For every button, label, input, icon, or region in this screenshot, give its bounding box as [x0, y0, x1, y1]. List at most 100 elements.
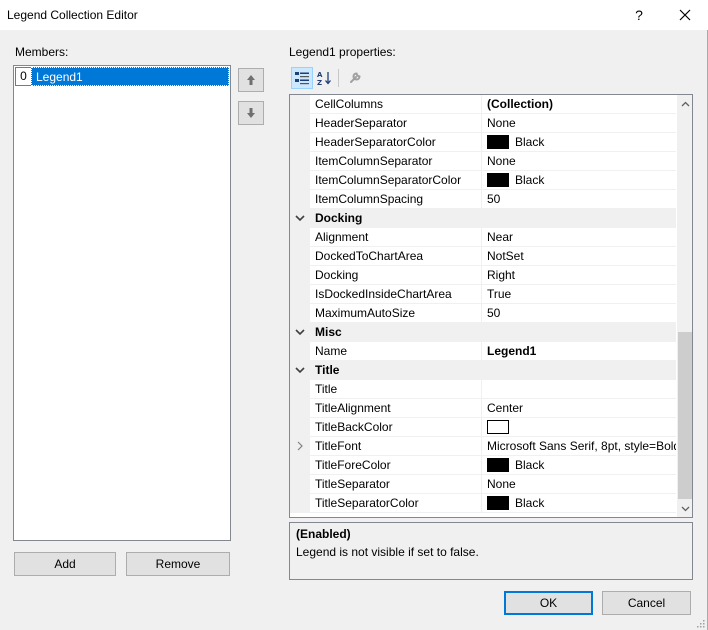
- scroll-down-button[interactable]: [677, 500, 692, 517]
- row-gutter: [290, 475, 310, 494]
- row-gutter: [290, 228, 310, 247]
- row-gutter[interactable]: [290, 361, 310, 380]
- remove-button[interactable]: Remove: [126, 552, 230, 576]
- property-value[interactable]: Microsoft Sans Serif, 8pt, style=Bold: [483, 437, 676, 456]
- property-value-text: Legend1: [487, 344, 537, 358]
- chevron-down-icon: [681, 506, 689, 511]
- category-row[interactable]: Title: [290, 361, 676, 380]
- property-value[interactable]: None: [483, 475, 676, 494]
- property-row[interactable]: TitleSeparator None: [290, 475, 676, 494]
- row-gutter: [290, 342, 310, 361]
- property-value[interactable]: (Collection): [483, 95, 676, 114]
- property-value[interactable]: Black: [483, 456, 676, 475]
- collapse-chevron-icon[interactable]: [294, 364, 306, 376]
- property-value[interactable]: 50: [483, 304, 676, 323]
- toolbar-separator: [338, 69, 339, 87]
- arrow-down-icon: [247, 108, 255, 118]
- property-value[interactable]: NotSet: [483, 247, 676, 266]
- property-value[interactable]: Black: [483, 133, 676, 152]
- property-row[interactable]: TitleForeColor Black: [290, 456, 676, 475]
- row-gutter: [290, 494, 310, 513]
- property-row[interactable]: Name Legend1: [290, 342, 676, 361]
- property-row[interactable]: TitleFont Microsoft Sans Serif, 8pt, styl…: [290, 437, 676, 456]
- categorized-button[interactable]: [291, 67, 313, 89]
- property-value[interactable]: None: [483, 152, 676, 171]
- property-row[interactable]: Docking Right: [290, 266, 676, 285]
- property-name: HeaderSeparatorColor: [310, 133, 482, 152]
- collapse-chevron-icon[interactable]: [294, 212, 306, 224]
- add-button[interactable]: Add: [14, 552, 116, 576]
- row-gutter: [290, 133, 310, 152]
- property-value[interactable]: Black: [483, 494, 676, 513]
- color-swatch: [487, 172, 509, 187]
- category-label: Docking: [315, 211, 363, 225]
- members-listbox[interactable]: 0 Legend1: [13, 65, 231, 541]
- row-gutter: [290, 266, 310, 285]
- row-gutter[interactable]: [290, 437, 310, 456]
- property-value-text: 50: [487, 306, 501, 320]
- legend-collection-editor-dialog: Legend Collection Editor ? Members: 0 Le…: [0, 0, 708, 630]
- arrow-up-icon: [247, 75, 255, 85]
- expand-chevron-icon[interactable]: [295, 441, 305, 451]
- scroll-up-button[interactable]: [677, 95, 692, 112]
- property-value[interactable]: 50: [483, 190, 676, 209]
- property-value[interactable]: Near: [483, 228, 676, 247]
- alphabetical-button[interactable]: A Z: [314, 67, 336, 89]
- color-swatch: [487, 457, 509, 472]
- list-item[interactable]: 0 Legend1: [15, 67, 229, 86]
- property-row[interactable]: IsDockedInsideChartArea True: [290, 285, 676, 304]
- row-gutter: [290, 399, 310, 418]
- property-grid[interactable]: CellColumns (Collection) HeaderSeparator No…: [289, 94, 693, 518]
- row-gutter[interactable]: [290, 209, 310, 228]
- property-row[interactable]: ItemColumnSeparator None: [290, 152, 676, 171]
- property-value-text: Black: [515, 173, 545, 187]
- property-pages-button[interactable]: [344, 67, 366, 89]
- property-value[interactable]: Center: [483, 399, 676, 418]
- property-name: Docking: [310, 266, 482, 285]
- property-value[interactable]: Legend1: [483, 342, 676, 361]
- property-value[interactable]: True: [483, 285, 676, 304]
- collapse-chevron-icon[interactable]: [294, 326, 306, 338]
- move-down-button[interactable]: [238, 101, 264, 125]
- property-row[interactable]: HeaderSeparator None: [290, 114, 676, 133]
- scroll-thumb[interactable]: [678, 332, 692, 499]
- category-row[interactable]: Docking: [290, 209, 676, 228]
- property-name: HeaderSeparator: [310, 114, 482, 133]
- row-gutter[interactable]: [290, 323, 310, 342]
- property-row[interactable]: ItemColumnSeparatorColor Black: [290, 171, 676, 190]
- property-row[interactable]: Title: [290, 380, 676, 399]
- cancel-button[interactable]: Cancel: [602, 591, 691, 615]
- property-row[interactable]: CellColumns (Collection): [290, 95, 676, 114]
- property-grid-scrollbar[interactable]: [677, 95, 692, 517]
- property-name: TitleAlignment: [310, 399, 482, 418]
- categorized-icon: [295, 72, 309, 85]
- close-button[interactable]: [670, 3, 700, 27]
- move-up-button[interactable]: [238, 68, 264, 92]
- property-row[interactable]: TitleAlignment Center: [290, 399, 676, 418]
- property-name: TitleSeparator: [310, 475, 482, 494]
- property-value[interactable]: None: [483, 114, 676, 133]
- property-value[interactable]: Right: [483, 266, 676, 285]
- property-row[interactable]: HeaderSeparatorColor Black: [290, 133, 676, 152]
- property-row[interactable]: ItemColumnSpacing 50: [290, 190, 676, 209]
- row-gutter: [290, 171, 310, 190]
- property-value-text: Black: [515, 458, 545, 472]
- property-row[interactable]: Alignment Near: [290, 228, 676, 247]
- category-row[interactable]: Misc: [290, 323, 676, 342]
- close-icon: [679, 9, 691, 21]
- property-row[interactable]: MaximumAutoSize 50: [290, 304, 676, 323]
- property-value[interactable]: [483, 380, 676, 399]
- row-gutter: [290, 285, 310, 304]
- property-row[interactable]: TitleSeparatorColor Black: [290, 494, 676, 513]
- resize-grip-icon[interactable]: [695, 618, 705, 628]
- property-value[interactable]: [483, 418, 676, 437]
- help-button[interactable]: ?: [624, 3, 654, 27]
- property-value-text: Black: [515, 135, 545, 149]
- svg-text:Z: Z: [317, 79, 322, 86]
- property-row[interactable]: DockedToChartArea NotSet: [290, 247, 676, 266]
- property-value[interactable]: Black: [483, 171, 676, 190]
- property-row[interactable]: TitleBackColor: [290, 418, 676, 437]
- row-gutter: [290, 152, 310, 171]
- property-value-text: NotSet: [487, 249, 524, 263]
- ok-button[interactable]: OK: [504, 591, 593, 615]
